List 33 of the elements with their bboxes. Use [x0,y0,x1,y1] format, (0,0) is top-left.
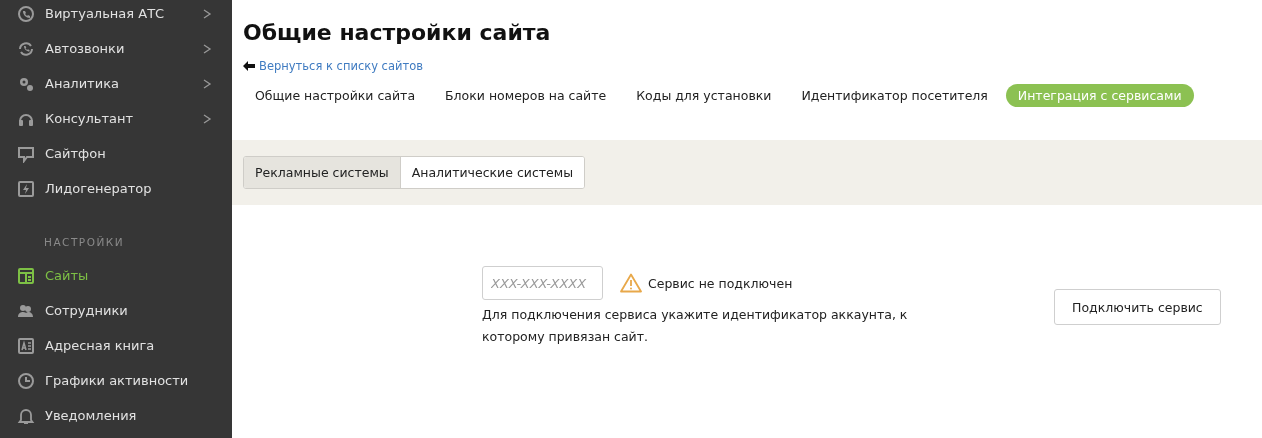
contact-card-icon [17,336,35,355]
sidebar-item[interactable]: Консультант [0,101,232,136]
tab[interactable]: Блоки номеров на сайте [433,84,619,107]
segment-tab[interactable]: Аналитические системы [399,157,585,188]
page-title: Общие настройки сайта [243,20,552,45]
tab[interactable]: Общие настройки сайта [243,84,428,107]
back-arrow-icon [243,61,255,71]
back-link[interactable]: Вернуться к списку сайтов [259,59,423,73]
clock-icon [17,371,35,390]
status-text: Сервис не подключен [648,275,793,291]
sidebar-item[interactable]: Лидогенератор [0,171,232,206]
account-id-field[interactable]: XXX-XXX-XXXX [482,266,603,300]
segment-tab[interactable]: Рекламные системы [244,157,400,188]
connect-button[interactable]: Подключить сервис [1054,289,1221,325]
sidebar-item[interactable]: Графики активности [0,363,232,398]
tab[interactable]: Идентификатор посетителя [789,84,1000,107]
lightning-box-icon [17,179,35,198]
sidebar-item[interactable]: Сайты [0,258,232,293]
sidebar-item[interactable]: Уведомления [0,398,232,433]
sidebar-item[interactable]: Сайтфон [0,136,232,171]
sidebar-item[interactable]: Сотрудники [0,293,232,328]
warning-icon [620,273,642,293]
bell-icon [17,406,35,425]
tab[interactable]: Коды для установки [624,84,784,107]
hint-text: Для подключения сервиса укажите идентификатор аккаунта, к которому привязан сайт. [482,306,909,346]
sidebar-item[interactable]: Аналитика [0,66,232,101]
sidebar-item[interactable]: Автозвонки [0,31,232,66]
phone-cycle-icon [17,39,35,58]
sidebar-item[interactable]: Виртуальная АТС [0,0,232,31]
sidebar-item[interactable]: Адресная книга [0,328,232,363]
section-heading: НАСТРОЙКИ [43,235,126,250]
phone-icon [17,4,35,23]
table-icon [17,266,35,285]
